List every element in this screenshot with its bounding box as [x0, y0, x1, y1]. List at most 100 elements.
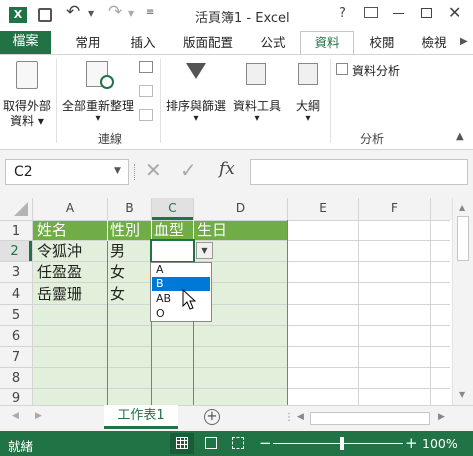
- row-header-1[interactable]: 1: [0, 224, 32, 239]
- name-box[interactable]: C2 ▼: [5, 159, 129, 185]
- scroll-up-icon[interactable]: ▲: [459, 203, 465, 212]
- row-header-3[interactable]: 3: [0, 265, 32, 280]
- row-header-5[interactable]: 5: [0, 308, 32, 323]
- analysis-group-label: 分析: [359, 132, 384, 146]
- edit-links-icon[interactable]: [139, 109, 153, 121]
- column-header-b[interactable]: B: [108, 201, 151, 215]
- scroll-tabs-icon[interactable]: ▶: [460, 36, 468, 47]
- mouse-cursor-icon: [182, 289, 196, 310]
- page-layout-view-icon[interactable]: [205, 437, 217, 449]
- list-item[interactable]: O: [152, 307, 210, 321]
- page-break-view-icon[interactable]: [232, 437, 244, 449]
- cell-a1[interactable]: 姓名: [37, 220, 67, 240]
- undo-icon[interactable]: ↶: [66, 2, 80, 22]
- file-tab[interactable]: 檔案: [0, 31, 51, 54]
- ribbon-divider: [330, 59, 331, 143]
- column-header-f[interactable]: F: [359, 201, 430, 215]
- close-button[interactable]: ✕: [448, 3, 461, 22]
- insert-function-icon[interactable]: fx: [219, 159, 235, 179]
- tab-page-layout[interactable]: 版面配置: [176, 33, 240, 53]
- outline-icon: [298, 63, 318, 85]
- tab-formulas[interactable]: 公式: [250, 33, 296, 53]
- row-header-9[interactable]: 9: [0, 391, 32, 406]
- data-analysis-button[interactable]: 資料分析: [334, 61, 414, 79]
- undo-dropdown-icon[interactable]: ▼: [88, 9, 94, 18]
- data-tools-icon: [246, 63, 266, 85]
- cell-b2[interactable]: 男: [110, 241, 125, 261]
- list-item[interactable]: A: [152, 263, 210, 277]
- status-bar: 就緒 − + 100%: [0, 431, 473, 456]
- cell-b1[interactable]: 性別: [110, 220, 140, 240]
- database-icon: [16, 61, 38, 89]
- formula-bar: C2 ▼ ✕ ✓ fx: [0, 150, 473, 198]
- ribbon-display-options-icon[interactable]: [364, 7, 378, 18]
- add-sheet-button[interactable]: +: [204, 409, 220, 425]
- cell-c1[interactable]: 血型: [154, 220, 184, 240]
- cell-a2[interactable]: 令狐沖: [37, 241, 82, 261]
- tab-split-grip[interactable]: ⋮: [284, 412, 294, 423]
- refresh-all-button[interactable]: 全部重新整理 ▾: [60, 59, 136, 125]
- tab-insert[interactable]: 插入: [120, 33, 166, 53]
- scroll-down-icon[interactable]: ▼: [459, 390, 465, 399]
- sheet-scroll-left-icon[interactable]: ◀: [12, 411, 19, 421]
- cell-a3[interactable]: 任盈盈: [37, 262, 82, 282]
- tab-view[interactable]: 檢視: [411, 33, 457, 53]
- restore-button[interactable]: [421, 8, 432, 18]
- row-header-6[interactable]: 6: [0, 329, 32, 344]
- zoom-in-button[interactable]: +: [405, 434, 418, 452]
- cell-dropdown-button[interactable]: ▼: [196, 242, 213, 259]
- ribbon-divider: [160, 59, 161, 143]
- cell-b4[interactable]: 女: [110, 284, 125, 304]
- ribbon-divider: [56, 59, 57, 143]
- vertical-scrollbar[interactable]: ▲ ▼: [452, 198, 473, 405]
- redo-icon[interactable]: ↷: [108, 2, 122, 22]
- enter-icon[interactable]: ✓: [180, 158, 197, 182]
- list-item-selected[interactable]: B: [152, 277, 210, 291]
- row-header-2[interactable]: 2: [0, 244, 29, 259]
- qat-customize-icon[interactable]: ≡: [146, 7, 154, 18]
- get-external-data-button[interactable]: 取得外部 資料 ▾: [2, 59, 52, 128]
- minimize-button[interactable]: [393, 13, 404, 14]
- properties-icon[interactable]: [139, 85, 153, 97]
- sheet-tab-bar: ◀ ▶ 工作表1 + ⋮ ◀ ▶: [0, 405, 473, 431]
- row-header-7[interactable]: 7: [0, 350, 32, 365]
- cell-b3[interactable]: 女: [110, 262, 125, 282]
- row-header-8[interactable]: 8: [0, 371, 32, 386]
- formula-bar-grip[interactable]: [134, 164, 136, 180]
- sheet-scroll-right-icon[interactable]: ▶: [35, 411, 42, 421]
- tab-data[interactable]: 資料: [300, 31, 354, 55]
- list-item[interactable]: AB: [152, 292, 210, 306]
- sheet-tab[interactable]: 工作表1: [104, 405, 178, 429]
- zoom-slider-thumb[interactable]: [340, 437, 344, 450]
- sort-filter-button[interactable]: 排序與篩選 ▾: [164, 59, 228, 125]
- zoom-out-button[interactable]: −: [259, 434, 272, 452]
- filter-icon: [186, 63, 206, 79]
- horizontal-scroll-left-icon[interactable]: ◀: [297, 412, 304, 422]
- formula-input[interactable]: [250, 159, 468, 185]
- connections-icon[interactable]: [139, 61, 153, 73]
- scrollbar-thumb[interactable]: [457, 216, 469, 261]
- column-header-a[interactable]: A: [33, 201, 107, 215]
- tab-home[interactable]: 常用: [65, 33, 111, 53]
- help-button[interactable]: ?: [339, 6, 346, 21]
- ribbon-tabs: 檔案 常用 插入 版面配置 公式 資料 校閱 檢視 ▶: [0, 30, 473, 55]
- excel-logo-icon: X: [9, 7, 27, 23]
- cell-a4[interactable]: 岳靈珊: [37, 284, 82, 304]
- row-header-4[interactable]: 4: [0, 287, 32, 302]
- redo-dropdown-icon[interactable]: ▼: [128, 9, 134, 18]
- cancel-icon[interactable]: ✕: [145, 158, 162, 182]
- column-header-c[interactable]: C: [152, 201, 193, 215]
- collapse-ribbon-icon[interactable]: ▲: [456, 131, 464, 142]
- column-header-d[interactable]: D: [194, 201, 287, 215]
- outline-button[interactable]: 大綱 ▾: [288, 59, 328, 125]
- horizontal-scrollbar-thumb[interactable]: [310, 412, 430, 425]
- column-header-e[interactable]: E: [288, 201, 358, 215]
- cell-d1[interactable]: 生日: [197, 220, 227, 240]
- name-box-dropdown-icon[interactable]: ▼: [114, 166, 121, 176]
- zoom-level[interactable]: 100%: [422, 436, 458, 451]
- data-tools-button[interactable]: 資料工具 ▾: [230, 59, 284, 125]
- tab-review[interactable]: 校閱: [359, 33, 405, 53]
- save-icon[interactable]: [38, 8, 52, 22]
- horizontal-scroll-right-icon[interactable]: ▶: [438, 412, 445, 422]
- zoom-slider-track[interactable]: [273, 443, 403, 444]
